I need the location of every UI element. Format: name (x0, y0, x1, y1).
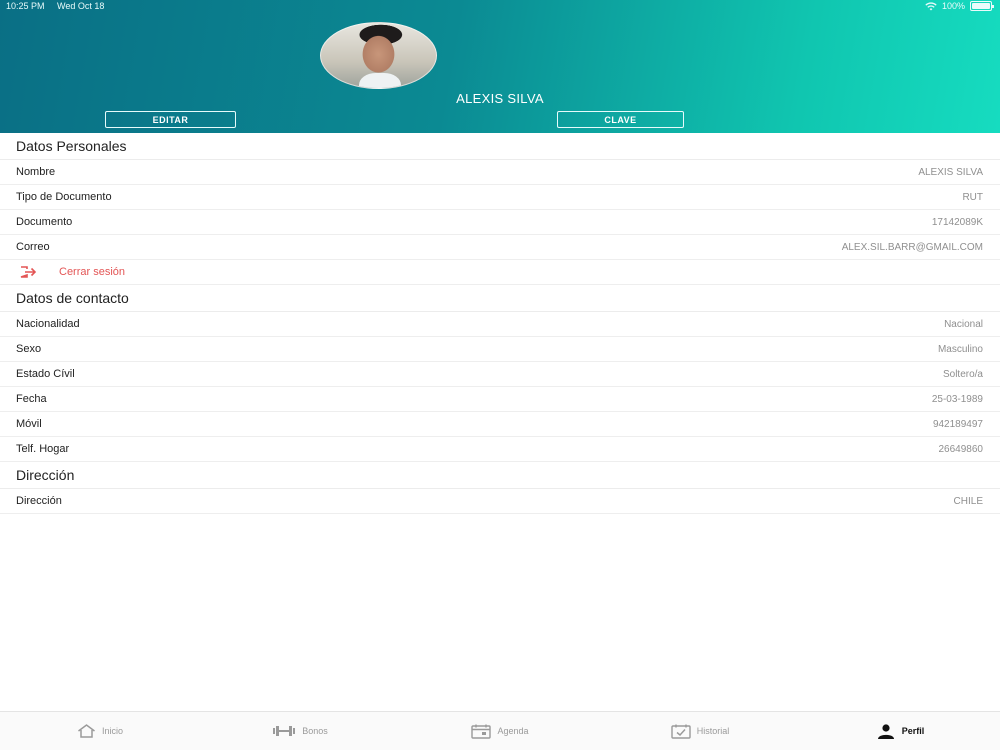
row-label: Sexo (16, 343, 42, 355)
tab-bonos[interactable]: Bonos (200, 712, 400, 750)
row-telf-hogar: Telf. Hogar 26649860 (0, 437, 1000, 462)
person-icon (877, 723, 894, 739)
logout-button[interactable]: Cerrar sesión (0, 260, 1000, 285)
row-estado-civil: Estado Cívil Soltero/a (0, 362, 1000, 387)
row-fecha: Fecha 25-03-1989 (0, 387, 1000, 412)
dumbbell-icon (273, 726, 296, 736)
section-title-address: Dirección (0, 462, 1000, 489)
profile-header: 10:25 PM Wed Oct 18 100% ALEXIS SILVA ED… (0, 0, 1000, 133)
row-label: Correo (16, 241, 50, 253)
row-value: 17142089K (931, 216, 983, 228)
row-documento: Documento 17142089K (0, 210, 1000, 235)
row-correo: Correo ALEX.SIL.BARR@GMAIL.COM (0, 235, 1000, 260)
row-value: Nacional (944, 318, 983, 330)
tab-label: Bonos (302, 726, 328, 736)
row-label: Dirección (16, 495, 62, 507)
logout-icon (20, 266, 37, 278)
row-label: Documento (16, 216, 73, 228)
tab-bar: Inicio Bonos Agenda Historial Perfil (0, 711, 1000, 750)
row-direccion: Dirección CHILE (0, 489, 1000, 514)
tab-label: Historial (696, 726, 730, 736)
status-bar: 10:25 PM Wed Oct 18 100% (0, 0, 1000, 12)
row-movil: Móvil 942189497 (0, 412, 1000, 437)
battery-icon (970, 1, 994, 11)
tab-historial[interactable]: Historial (600, 712, 800, 750)
row-value: Soltero/a (942, 368, 983, 380)
row-label: Fecha (16, 393, 47, 405)
password-button[interactable]: CLAVE (557, 111, 684, 128)
wifi-icon (925, 1, 937, 10)
profile-content: Datos Personales Nombre ALEXIS SILVA Tip… (0, 133, 1000, 514)
row-value: 25-03-1989 (931, 393, 983, 405)
row-label: Móvil (16, 418, 42, 430)
tab-label: Agenda (497, 726, 529, 736)
row-label: Estado Cívil (16, 368, 75, 380)
row-value: 942189497 (932, 418, 983, 430)
row-value: ALEXIS SILVA (918, 166, 983, 178)
tab-agenda[interactable]: Agenda (400, 712, 600, 750)
home-icon (78, 724, 95, 738)
avatar (320, 22, 437, 89)
tab-inicio[interactable]: Inicio (0, 712, 200, 750)
row-value: 26649860 (938, 443, 984, 455)
logout-label: Cerrar sesión (59, 266, 126, 278)
row-label: Telf. Hogar (16, 443, 70, 455)
row-label: Nacionalidad (16, 318, 80, 330)
profile-screen: 10:25 PM Wed Oct 18 100% ALEXIS SILVA ED… (0, 0, 1000, 750)
row-label: Nombre (16, 166, 56, 178)
section-title-contact: Datos de contacto (0, 285, 1000, 312)
row-sexo: Sexo Masculino (0, 337, 1000, 362)
calendar-icon (471, 724, 492, 739)
user-name: ALEXIS SILVA (456, 91, 544, 106)
row-value: CHILE (953, 495, 983, 507)
row-tipo-documento: Tipo de Documento RUT (0, 185, 1000, 210)
row-nacionalidad: Nacionalidad Nacional (0, 312, 1000, 337)
row-value: RUT (962, 191, 983, 203)
row-nombre: Nombre ALEXIS SILVA (0, 160, 1000, 185)
row-value: ALEX.SIL.BARR@GMAIL.COM (841, 241, 983, 253)
edit-button[interactable]: EDITAR (105, 111, 236, 128)
tab-label: Perfil (901, 726, 925, 736)
tab-label: Inicio (101, 726, 123, 736)
history-icon (671, 724, 691, 739)
row-label: Tipo de Documento (16, 191, 112, 203)
tab-perfil[interactable]: Perfil (800, 712, 1000, 750)
section-title-personal: Datos Personales (0, 133, 1000, 160)
row-value: Masculino (937, 343, 983, 355)
battery-percent: 100% (941, 1, 965, 11)
status-time: 10:25 PM (6, 1, 45, 11)
status-date: Wed Oct 18 (57, 1, 105, 11)
